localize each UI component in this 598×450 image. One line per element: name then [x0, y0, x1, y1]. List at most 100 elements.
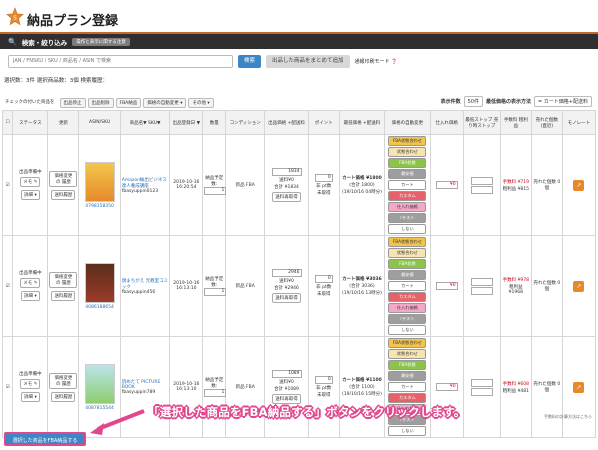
auto-price-option[interactable]: 仕入れ価格: [388, 303, 427, 313]
auto-price-option[interactable]: しない: [388, 426, 427, 436]
auto-price-option[interactable]: 最安値: [388, 169, 427, 179]
memo-button[interactable]: メモ ✎: [20, 278, 41, 288]
qty-input[interactable]: 1: [204, 288, 227, 296]
sold-count: 売れた個数 0個: [530, 134, 563, 236]
auto-price-dropdown[interactable]: 価格の自動変更 ▾: [143, 98, 187, 108]
buy-price-input[interactable]: ¥0: [435, 181, 458, 189]
stop-listing-button[interactable]: 出品停止: [59, 98, 86, 108]
points-input[interactable]: 0: [314, 275, 333, 283]
qty-input[interactable]: 1: [204, 389, 227, 397]
header-select-all[interactable]: ☐: [1, 110, 14, 135]
product-title-link[interactable]: Amazon輸出ビジネス達人養成講座: [122, 177, 169, 189]
product-table: ☐ ステータス 更新 ASIN/SKU 商品名▼ SKU▼ 出品登録日 ▼ 数量…: [1, 110, 597, 438]
delete-listing-button[interactable]: 出品削除: [87, 98, 114, 108]
search-input[interactable]: [8, 54, 233, 68]
header-price[interactable]: 出品価格 +配送料: [264, 110, 309, 135]
points-input[interactable]: 0: [314, 376, 333, 384]
price-history-button[interactable]: 価格変更の 履歴: [49, 271, 78, 288]
fee-note-link[interactable]: 手数料の計算方法はこちら: [544, 414, 592, 420]
ship-history-button[interactable]: 送料履歴: [51, 189, 76, 200]
auto-price-option[interactable]: FBA状態合わせ: [388, 338, 427, 348]
bulk-add-button[interactable]: 出品した商品をまとめて追加: [266, 54, 350, 68]
points-input[interactable]: 0: [314, 174, 333, 182]
search-button[interactable]: 検索: [238, 54, 262, 68]
other-dropdown[interactable]: その他 ▾: [188, 98, 214, 108]
auto-price-option[interactable]: カート: [388, 382, 427, 392]
price-input[interactable]: 1089: [271, 369, 302, 378]
asin-link[interactable]: 4086188654: [80, 305, 118, 310]
auto-price-option[interactable]: rテスト: [388, 314, 427, 324]
product-image[interactable]: [84, 161, 115, 202]
price-display-label: 最低価格の表示方法: [486, 99, 532, 105]
price-input[interactable]: 1834: [271, 167, 302, 176]
ship-refetch-button[interactable]: 送料再取得: [272, 191, 301, 202]
product-title-link[interactable]: 読めたて PICTURE BOOK: [122, 379, 169, 390]
header-date[interactable]: 出品登録日 ▼: [169, 110, 204, 135]
qty-input[interactable]: 1: [204, 187, 227, 195]
auto-price-option[interactable]: 状態合わせ: [388, 349, 427, 359]
auto-price-option[interactable]: カート: [388, 281, 427, 291]
auto-price-option[interactable]: しない: [388, 325, 427, 335]
price-display-select[interactable]: = カート価格+配送料: [534, 96, 592, 107]
asin-link[interactable]: 4798158350: [80, 204, 118, 209]
auto-price-option[interactable]: FBA状態合わせ: [388, 136, 427, 146]
row-checkbox[interactable]: ☑: [1, 134, 14, 236]
auto-price-option[interactable]: しない: [388, 224, 427, 234]
auto-price-option[interactable]: FBA状態: [388, 259, 427, 269]
notice-toggle-button[interactable]: 操作と表示に関する注意: [72, 37, 130, 46]
condition-text: 新品 FBA: [225, 235, 266, 337]
header-lowest[interactable]: 最低価格 +配送料: [338, 110, 386, 135]
cart-price: カート価格 ¥3036: [342, 277, 382, 282]
auto-price-option[interactable]: FBA状態合わせ: [388, 237, 427, 247]
chart-icon[interactable]: ↗: [573, 381, 585, 393]
header-asin[interactable]: ASIN/SKU: [78, 110, 121, 135]
max-stop-input[interactable]: [470, 286, 493, 295]
ship-history-button[interactable]: 送料履歴: [51, 290, 76, 301]
chart-icon[interactable]: ↗: [573, 179, 585, 191]
row-checkbox[interactable]: ☑: [1, 235, 14, 337]
detail-button[interactable]: 詳細 ▾: [21, 291, 40, 301]
price-history-button[interactable]: 価格変更の 履歴: [49, 170, 78, 187]
chart-icon[interactable]: ↗: [573, 280, 585, 292]
price-input[interactable]: 2946: [271, 268, 302, 277]
ship-refetch-button[interactable]: 送料再取得: [272, 292, 301, 303]
ship-refetch-button[interactable]: 送料再取得: [272, 393, 301, 404]
bulk-fba-button[interactable]: 選択した商品をFBA納品する: [4, 432, 86, 446]
auto-price-option[interactable]: FBA状態: [388, 360, 427, 370]
detail-button[interactable]: 詳細 ▾: [21, 190, 40, 200]
fba-button[interactable]: FBA納品: [115, 98, 142, 108]
buy-price-input[interactable]: ¥0: [435, 383, 458, 391]
auto-price-option[interactable]: カート: [388, 180, 427, 190]
page-title: 納品プラン登録: [27, 14, 119, 29]
per-page-select[interactable]: 50件: [463, 96, 483, 107]
product-image[interactable]: [84, 363, 115, 404]
row-checkbox[interactable]: ☑: [1, 336, 14, 438]
auto-price-option[interactable]: 最安値: [388, 371, 427, 381]
auto-price-option[interactable]: 状態合わせ: [388, 147, 427, 157]
product-image[interactable]: [84, 262, 115, 303]
ship-history-button[interactable]: 送料履歴: [51, 391, 76, 402]
print-mode-toggle[interactable]: 通報印刷モード ❓: [355, 58, 398, 65]
min-stop-input[interactable]: [470, 176, 493, 185]
auto-price-option[interactable]: カスタム: [388, 393, 427, 403]
max-stop-input[interactable]: [470, 185, 493, 194]
min-stop-input[interactable]: [470, 277, 493, 286]
auto-price-option[interactable]: カスタム: [388, 191, 427, 201]
auto-price-option[interactable]: rテスト: [388, 213, 427, 223]
memo-button[interactable]: メモ ✎: [20, 177, 41, 187]
header-title[interactable]: 商品名▼ SKU▼: [119, 110, 171, 135]
price-history-button[interactable]: 価格変更の 履歴: [49, 372, 78, 389]
product-title-link[interactable]: 顔まちがえ 元教室コミック: [122, 278, 169, 290]
max-stop-input[interactable]: [470, 387, 493, 396]
auto-price-option[interactable]: 状態合わせ: [388, 248, 427, 258]
svg-text:S: S: [13, 16, 17, 22]
auto-price-option[interactable]: 最安値: [388, 270, 427, 280]
buy-price-input[interactable]: ¥0: [435, 282, 458, 290]
detail-button[interactable]: 詳細 ▾: [21, 392, 40, 402]
auto-price-option[interactable]: カスタム: [388, 292, 427, 302]
total-text: 合計 ¥2946: [274, 285, 299, 291]
memo-button[interactable]: メモ ✎: [20, 379, 41, 389]
auto-price-option[interactable]: 仕入れ価格: [388, 202, 427, 212]
min-stop-input[interactable]: [470, 378, 493, 387]
auto-price-option[interactable]: FBA状態: [388, 158, 427, 168]
